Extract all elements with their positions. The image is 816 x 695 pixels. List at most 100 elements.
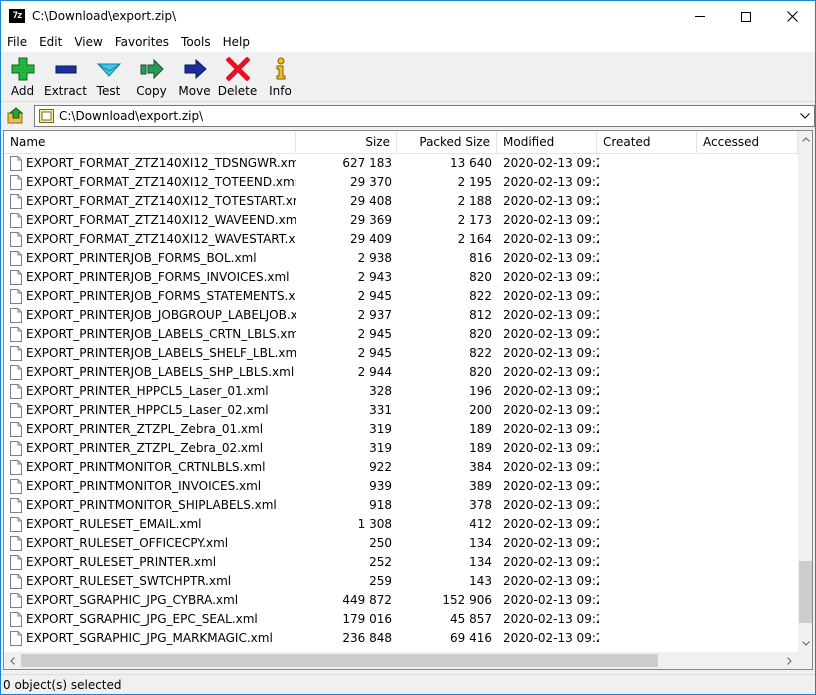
file-modified: 2020-02-13 09:27 <box>503 460 599 474</box>
move-button[interactable]: Move <box>173 52 216 100</box>
file-size: 2 943 <box>357 270 392 284</box>
file-packed-size: 13 640 <box>450 156 492 170</box>
file-row[interactable]: EXPORT_PRINTMONITOR_CRTNLBLS.xml 922 384 20… <box>4 458 798 477</box>
file-row[interactable]: EXPORT_PRINTER_ZTZPL_Zebra_01.xml 319 189 2… <box>4 420 798 439</box>
menu-favorites[interactable]: Favorites <box>109 32 175 52</box>
file-size: 922 <box>369 460 392 474</box>
info-button[interactable]: Info <box>259 52 302 100</box>
file-row[interactable]: EXPORT_PRINTERJOB_JOBGROUP_LABELJOB.xml 2… <box>4 306 798 325</box>
title-bar[interactable]: 7z C:\Download\export.zip\ <box>1 1 815 32</box>
scroll-up-button[interactable] <box>798 131 812 148</box>
delete-label: Delete <box>217 84 258 98</box>
file-size: 179 016 <box>342 612 392 626</box>
file-icon <box>10 536 22 551</box>
file-row[interactable]: EXPORT_PRINTERJOB_FORMS_INVOICES.xml 2 94… <box>4 268 798 287</box>
file-row[interactable]: EXPORT_FORMAT_ZTZ140XI12_TDSNGWR.xml 627 … <box>4 154 798 173</box>
file-name: EXPORT_PRINTER_ZTZPL_Zebra_02.xml <box>26 441 264 455</box>
extract-button[interactable]: Extract <box>44 52 87 100</box>
file-row[interactable]: EXPORT_PRINTERJOB_FORMS_STATEMENTS.xml 2 … <box>4 287 798 306</box>
file-row[interactable]: EXPORT_RULESET_SWTCHPTR.xml 259 143 2020-02… <box>4 572 798 591</box>
column-created[interactable]: Created <box>597 131 697 154</box>
column-packed-size[interactable]: Packed Size <box>397 131 497 154</box>
file-name: EXPORT_PRINTMONITOR_CRTNLBLS.xml <box>26 460 266 474</box>
file-name: EXPORT_RULESET_OFFICECPY.xml <box>26 536 229 550</box>
menu-file[interactable]: File <box>1 32 33 52</box>
file-modified: 2020-02-13 09:27 <box>503 517 599 531</box>
menu-tools[interactable]: Tools <box>175 32 217 52</box>
file-row[interactable]: EXPORT_FORMAT_ZTZ140XI12_WAVESTART.xml 29… <box>4 230 798 249</box>
horizontal-scrollbar[interactable] <box>4 652 798 669</box>
menu-edit[interactable]: Edit <box>33 32 68 52</box>
file-packed-size: 820 <box>469 365 492 379</box>
vertical-scrollbar[interactable] <box>798 131 812 652</box>
file-row[interactable]: EXPORT_SGRAPHIC_JPG_MARKMAGIC.xml 236 848… <box>4 629 798 648</box>
file-row[interactable]: EXPORT_FORMAT_ZTZ140XI12_WAVEEND.xml 29 3… <box>4 211 798 230</box>
path-combobox[interactable]: C:\Download\export.zip\ <box>34 105 815 127</box>
file-row[interactable]: EXPORT_RULESET_EMAIL.xml 1 308 412 2020-02-… <box>4 515 798 534</box>
file-packed-size: 2 173 <box>457 213 492 227</box>
test-button[interactable]: Test <box>87 52 130 100</box>
file-packed-size: 820 <box>469 270 492 284</box>
file-packed-size: 196 <box>469 384 492 398</box>
file-row[interactable]: EXPORT_RULESET_OFFICECPY.xml 250 134 2020-0… <box>4 534 798 553</box>
add-button[interactable]: Add <box>1 52 44 100</box>
close-button[interactable] <box>769 1 815 32</box>
move-label: Move <box>178 84 211 98</box>
file-name: EXPORT_PRINTERJOB_FORMS_BOL.xml <box>26 251 257 265</box>
column-modified[interactable]: Modified <box>497 131 597 154</box>
file-modified: 2020-02-13 09:27 <box>503 555 599 569</box>
maximize-icon <box>741 11 751 22</box>
file-size: 328 <box>369 384 392 398</box>
scroll-left-button[interactable] <box>4 652 21 669</box>
info-label: Info <box>269 84 292 98</box>
file-name: EXPORT_PRINTERJOB_FORMS_INVOICES.xml <box>26 270 290 284</box>
file-row[interactable]: EXPORT_PRINTERJOB_LABELS_SHELF_LBL.xml 2 … <box>4 344 798 363</box>
archive-icon <box>39 109 54 123</box>
file-row[interactable]: EXPORT_SGRAPHIC_JPG_CYBRA.xml 449 872 152 … <box>4 591 798 610</box>
file-packed-size: 822 <box>469 289 492 303</box>
vertical-scroll-thumb[interactable] <box>799 561 812 623</box>
file-row[interactable]: EXPORT_SGRAPHIC_JPG_EPC_SEAL.xml 179 016 4… <box>4 610 798 629</box>
file-row[interactable]: EXPORT_PRINTER_HPPCL5_Laser_02.xml 331 200… <box>4 401 798 420</box>
column-size[interactable]: Size <box>296 131 397 154</box>
file-size: 259 <box>369 574 392 588</box>
file-row[interactable]: EXPORT_FORMAT_ZTZ140XI12_TOTESTART.xml 29… <box>4 192 798 211</box>
file-modified: 2020-02-13 09:27 <box>503 308 599 322</box>
file-rows: EXPORT_FORMAT_ZTZ140XI12_TDSNGWR.xml 627 … <box>4 154 798 648</box>
scroll-down-button[interactable] <box>798 635 812 652</box>
file-row[interactable]: EXPORT_PRINTER_HPPCL5_Laser_01.xml 328 196… <box>4 382 798 401</box>
scroll-right-button[interactable] <box>781 652 798 669</box>
column-accessed[interactable]: Accessed <box>697 131 798 154</box>
file-list[interactable]: Name Size Packed Size Modified Created A… <box>3 130 813 670</box>
file-icon <box>10 346 22 361</box>
file-icon <box>10 270 22 285</box>
7zip-app-icon[interactable]: 7z <box>9 9 25 23</box>
file-modified: 2020-02-13 09:27 <box>503 612 599 626</box>
file-size: 627 183 <box>342 156 392 170</box>
path-dropdown-button[interactable] <box>798 106 812 126</box>
file-row[interactable]: EXPORT_PRINTER_ZTZPL_Zebra_02.xml 319 189 2… <box>4 439 798 458</box>
file-row[interactable]: EXPORT_PRINTMONITOR_SHIPLABELS.xml 918 378… <box>4 496 798 515</box>
horizontal-scroll-thumb[interactable] <box>21 654 658 667</box>
toolbar: Add Extract Test Copy Move Delete Info <box>1 52 815 102</box>
file-row[interactable]: EXPORT_PRINTERJOB_FORMS_BOL.xml 2 938 816 2… <box>4 249 798 268</box>
move-arrow-icon <box>182 56 208 82</box>
menu-help[interactable]: Help <box>217 32 256 52</box>
file-name: EXPORT_PRINTMONITOR_SHIPLABELS.xml <box>26 498 277 512</box>
file-row[interactable]: EXPORT_RULESET_PRINTER.xml 252 134 2020-02-… <box>4 553 798 572</box>
minimize-button[interactable] <box>677 1 723 32</box>
file-size: 2 945 <box>357 327 392 341</box>
up-folder-button[interactable] <box>5 106 27 126</box>
delete-button[interactable]: Delete <box>216 52 259 100</box>
copy-button[interactable]: Copy <box>130 52 173 100</box>
column-name[interactable]: Name <box>4 131 296 154</box>
menu-view[interactable]: View <box>68 32 108 52</box>
file-name: EXPORT_PRINTERJOB_LABELS_CRTN_LBLS.xml <box>26 327 296 341</box>
file-row[interactable]: EXPORT_PRINTERJOB_LABELS_CRTN_LBLS.xml 2 … <box>4 325 798 344</box>
file-row[interactable]: EXPORT_PRINTERJOB_LABELS_SHP_LBLS.xml 2 9… <box>4 363 798 382</box>
maximize-button[interactable] <box>723 1 769 32</box>
file-row[interactable]: EXPORT_FORMAT_ZTZ140XI12_TOTEEND.xml 29 3… <box>4 173 798 192</box>
file-row[interactable]: EXPORT_PRINTMONITOR_INVOICES.xml 939 389 20… <box>4 477 798 496</box>
file-icon <box>10 441 22 456</box>
info-icon <box>268 56 294 82</box>
